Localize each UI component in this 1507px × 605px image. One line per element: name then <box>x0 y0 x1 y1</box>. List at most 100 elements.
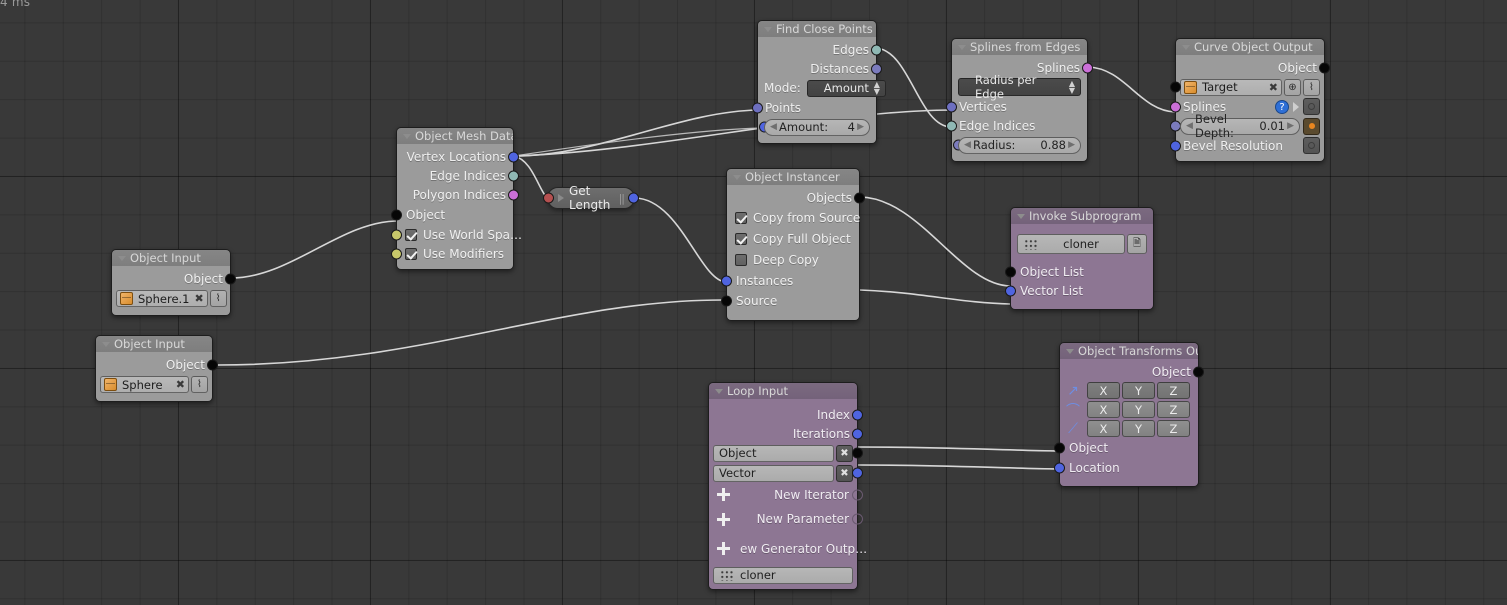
collapse-triangle-icon[interactable] <box>1182 44 1190 50</box>
collapse-triangle-icon[interactable] <box>1066 348 1074 354</box>
collapse-triangle-icon[interactable] <box>733 174 741 180</box>
checkbox-icon[interactable] <box>735 211 747 224</box>
copy-from-source-checkbox[interactable]: Copy from Source <box>727 211 860 225</box>
axis-toggle-y[interactable]: Y <box>1122 382 1155 399</box>
node-object-transforms-output[interactable]: Object Transforms Out… Object ↗ X Y Z ⌒ … <box>1054 342 1204 487</box>
bevel-depth-toggle-button[interactable] <box>1303 117 1320 135</box>
iterator-name-object[interactable]: Object <box>713 444 834 462</box>
node-header[interactable]: Invoke Subprogram <box>1011 208 1153 224</box>
clear-icon[interactable]: ✖ <box>1269 81 1278 94</box>
socket-edge-indices[interactable] <box>946 120 957 131</box>
socket-edge-indices[interactable] <box>508 170 519 181</box>
checkbox-icon[interactable] <box>405 247 417 260</box>
splines-toggle-button[interactable] <box>1303 98 1320 115</box>
increment-arrow-icon[interactable]: ▶ <box>857 122 864 132</box>
node-header[interactable]: Object Mesh Data <box>397 128 513 144</box>
socket-iterations[interactable] <box>852 428 863 439</box>
socket-distances[interactable] <box>871 63 882 74</box>
node-object-instancer[interactable]: Object Instancer Objects Copy from Sourc… <box>721 168 865 321</box>
axis-toggle-z[interactable]: Z <box>1157 401 1190 418</box>
socket-splines-in[interactable] <box>1170 101 1181 112</box>
eyedropper-button[interactable]: ⌇ <box>191 376 208 393</box>
remove-iterator-object-button[interactable]: ✖ <box>836 444 853 462</box>
socket-bevel-resolution[interactable] <box>1170 140 1181 151</box>
socket-instances[interactable] <box>721 275 732 286</box>
collapse-triangle-icon[interactable] <box>102 341 110 347</box>
bevel-resolution-toggle-button[interactable] <box>1303 137 1320 154</box>
socket-objects[interactable] <box>854 192 865 203</box>
increment-arrow-icon[interactable]: ▶ <box>1287 121 1294 131</box>
checkbox-icon[interactable] <box>405 228 417 241</box>
node-header[interactable]: Splines from Edges <box>952 39 1087 55</box>
node-object-input-1[interactable]: Object Input Object Sphere.1 ✖ ⌇ <box>111 249 236 316</box>
node-get-length[interactable]: Get Length || <box>543 184 639 212</box>
axis-toggle-x[interactable]: X <box>1087 420 1120 437</box>
axis-toggle-z[interactable]: Z <box>1157 420 1190 437</box>
socket-vector-list[interactable] <box>1005 285 1016 296</box>
help-icon[interactable]: ? <box>1275 99 1289 114</box>
node-header[interactable]: Find Close Points <box>758 21 876 37</box>
socket-object-in[interactable] <box>1054 442 1065 454</box>
collapse-triangle-icon[interactable] <box>958 44 966 50</box>
decrement-arrow-icon[interactable]: ◀ <box>964 140 971 150</box>
scale-axis-toggles[interactable]: X Y Z <box>1087 420 1190 437</box>
socket-new-iterator[interactable] <box>852 489 863 500</box>
plus-icon[interactable] <box>717 488 730 501</box>
checkbox-row-copy-from-source[interactable]: Copy from Source <box>727 207 860 228</box>
node-object-mesh-data[interactable]: Object Mesh Data Vertex Locations Edge I… <box>391 127 522 270</box>
plus-icon[interactable] <box>717 512 730 526</box>
remove-iterator-vector-button[interactable]: ✖ <box>836 464 853 482</box>
node-header[interactable]: Curve Object Output <box>1176 39 1324 55</box>
axis-toggle-y[interactable]: Y <box>1122 401 1155 418</box>
subprogram-name-field[interactable]: cloner <box>713 566 853 584</box>
node-loop-input[interactable]: Loop Input Index Iterations Object ✖ Vec… <box>708 382 867 590</box>
socket-object-out[interactable] <box>1319 62 1330 73</box>
spline-type-dropdown[interactable]: Radius per Edge ▲ ▼ <box>958 73 1081 101</box>
socket-object-out[interactable] <box>207 359 218 370</box>
expand-triangle-icon[interactable] <box>1293 101 1299 112</box>
node-header[interactable]: Object Instancer <box>727 169 859 185</box>
plus-icon[interactable] <box>717 542 730 555</box>
collapse-triangle-icon[interactable] <box>1017 213 1025 219</box>
socket-get-length-output[interactable] <box>628 192 639 204</box>
axis-toggle-x[interactable]: X <box>1087 382 1120 399</box>
eyedropper-button[interactable]: ⌇ <box>209 290 227 307</box>
increment-arrow-icon[interactable]: ▶ <box>1068 140 1075 150</box>
decrement-arrow-icon[interactable]: ◀ <box>770 122 777 132</box>
subprogram-selector[interactable]: cloner <box>1017 234 1125 254</box>
object-selector[interactable]: Sphere.1 ✖ <box>116 290 208 307</box>
socket-location[interactable] <box>1054 462 1065 473</box>
decrement-arrow-icon[interactable]: ◀ <box>1186 121 1193 131</box>
socket-new-parameter[interactable] <box>852 513 863 525</box>
use-modifiers-checkbox[interactable]: Use Modifiers <box>397 247 504 261</box>
node-header[interactable]: Loop Input <box>709 383 857 399</box>
use-world-space-checkbox[interactable]: Use World Spa… <box>397 228 522 242</box>
socket-points[interactable] <box>752 102 763 113</box>
clear-icon[interactable]: ✖ <box>176 378 185 391</box>
collapse-triangle-icon[interactable] <box>118 255 126 261</box>
copy-full-object-checkbox[interactable]: Copy Full Object <box>727 232 851 246</box>
collapse-triangle-icon[interactable] <box>715 388 723 394</box>
node-object-input-2[interactable]: Object Input Object Sphere ✖ ⌇ <box>95 335 218 402</box>
clear-icon[interactable]: ✖ <box>195 292 204 305</box>
socket-vertex-locations[interactable] <box>508 151 519 162</box>
target-object-field[interactable]: Target ✖ <box>1180 78 1282 96</box>
socket-polygon-indices[interactable] <box>508 189 519 200</box>
new-object-button[interactable]: ⊕ <box>1284 78 1301 96</box>
node-splines-from-edges[interactable]: Splines from Edges Splines Radius per Ed… <box>946 38 1093 162</box>
axis-toggle-x[interactable]: X <box>1087 401 1120 418</box>
socket-splines[interactable] <box>1082 62 1093 73</box>
socket-iterator-object[interactable] <box>852 447 863 459</box>
checkbox-row-use-modifiers[interactable]: Use Modifiers <box>391 244 513 263</box>
socket-source[interactable] <box>721 295 732 306</box>
node-invoke-subprogram[interactable]: Invoke Subprogram cloner 🗎 Object List V… <box>1005 207 1154 310</box>
axis-toggle-z[interactable]: Z <box>1157 382 1190 399</box>
socket-iterator-vector[interactable] <box>852 467 863 479</box>
amount-field[interactable]: ◀ Amount: 4 ▶ <box>764 118 870 136</box>
node-header[interactable]: Object Input <box>96 336 212 352</box>
socket-get-length-input[interactable] <box>543 192 554 204</box>
new-iterator-row[interactable]: New Iterator <box>709 483 863 506</box>
socket-use-modifiers[interactable] <box>391 248 402 259</box>
location-axis-toggles[interactable]: X Y Z <box>1087 382 1190 399</box>
checkbox-row-copy-full-object[interactable]: Copy Full Object <box>727 228 859 249</box>
